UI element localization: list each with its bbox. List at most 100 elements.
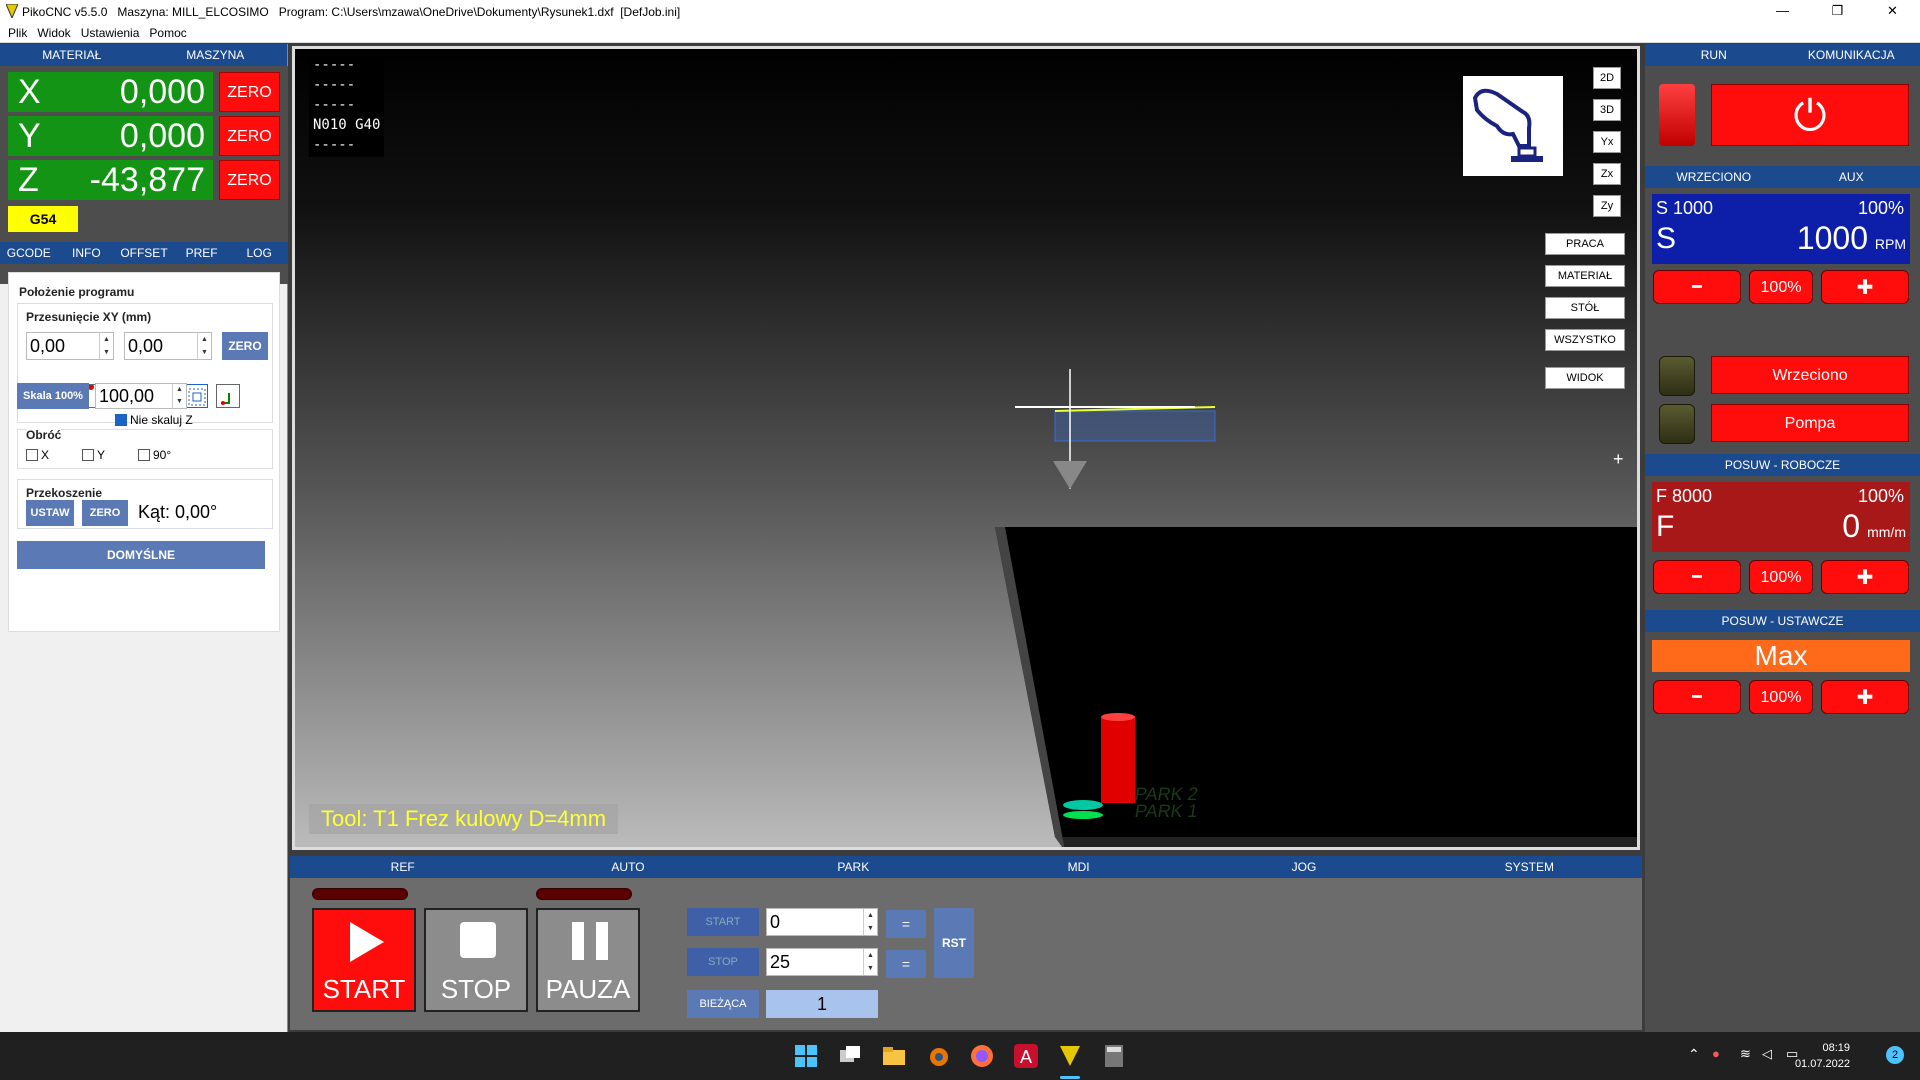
3d-viewport[interactable]: ----- ----- ----- N010 G40 ----- PARK 2 …: [292, 46, 1640, 850]
rapid-minus-button[interactable]: ━: [1653, 680, 1741, 714]
axis-z-label: Z: [18, 161, 39, 199]
tab-run[interactable]: RUN: [1645, 44, 1783, 66]
reset-button[interactable]: RST: [934, 908, 974, 978]
zoom-table-button[interactable]: STÓŁ: [1545, 297, 1625, 319]
offset-zero-button[interactable]: ZERO: [222, 332, 268, 360]
spindle-minus-button[interactable]: ━: [1653, 270, 1741, 304]
spindle-unit: RPM: [1874, 236, 1906, 252]
offset-x-input[interactable]: 0,00 ▲ ▼: [26, 332, 114, 360]
rapid-plus-button[interactable]: ✚: [1821, 680, 1909, 714]
tab-maszyna[interactable]: MASZYNA: [144, 44, 288, 66]
feed-display: F 8000 100% F 0 mm/m: [1652, 482, 1910, 552]
wifi-icon[interactable]: ≋: [1740, 1046, 1751, 1062]
tab-pref[interactable]: PREF: [173, 242, 231, 264]
stop-eq-button[interactable]: =: [886, 950, 926, 978]
pump-toggle-button[interactable]: Pompa: [1711, 404, 1909, 442]
autocad-icon[interactable]: A: [1014, 1044, 1038, 1068]
feed-reset-button[interactable]: 100%: [1749, 560, 1813, 594]
zoom-all-button[interactable]: WSZYSTKO: [1545, 329, 1625, 351]
coord-system-badge[interactable]: G54: [8, 206, 78, 232]
view-menu-button[interactable]: WIDOK: [1545, 367, 1625, 389]
pause-led: [536, 888, 632, 900]
tray-alert-icon[interactable]: ●: [1712, 1046, 1720, 1061]
rotate-y-checkbox[interactable]: Y: [82, 448, 105, 462]
scale-input[interactable]: 100,00 ▲ ▼: [95, 383, 187, 409]
tab-offset[interactable]: OFFSET: [115, 242, 173, 264]
right-panel: RUN KOMUNIKACJA ⏻ WRZECIONO AUX S 1000 1…: [1645, 44, 1920, 1032]
volume-icon[interactable]: ◁: [1762, 1046, 1772, 1062]
default-button[interactable]: DOMYŚLNE: [17, 541, 265, 569]
tab-jog[interactable]: JOG: [1191, 856, 1416, 878]
view-3d-button[interactable]: 3D: [1593, 99, 1621, 121]
ref-custom-icon[interactable]: [216, 384, 240, 408]
power-button[interactable]: ⏻: [1711, 84, 1909, 146]
pause-icon: [572, 922, 608, 960]
menu-plik[interactable]: Plik: [8, 26, 27, 40]
feed-minus-button[interactable]: ━: [1653, 560, 1741, 594]
tab-auto[interactable]: AUTO: [515, 856, 740, 878]
calculator-icon[interactable]: [1102, 1044, 1126, 1068]
view-2d-button[interactable]: 2D: [1593, 67, 1621, 89]
file-explorer-icon[interactable]: [882, 1044, 906, 1068]
feed-plus-button[interactable]: ✚: [1821, 560, 1909, 594]
clock[interactable]: 08:19 01.07.2022: [1795, 1040, 1850, 1072]
pikocnc-taskbar-icon[interactable]: [1058, 1044, 1082, 1068]
zoom-material-button[interactable]: MATERIAŁ: [1545, 265, 1625, 287]
app-logo-icon: [6, 4, 18, 18]
touch-mode-button[interactable]: [1463, 76, 1563, 176]
no-scale-z-checkbox[interactable]: Nie skaluj Z: [115, 413, 193, 427]
start-eq-button[interactable]: =: [886, 910, 926, 938]
zero-y-button[interactable]: ZERO: [219, 116, 280, 156]
rotate-90-checkbox[interactable]: 90°: [138, 448, 171, 462]
tab-ref[interactable]: REF: [290, 856, 515, 878]
tab-info[interactable]: INFO: [58, 242, 116, 264]
view-zx-button[interactable]: Zx: [1593, 163, 1621, 185]
stop-line-input[interactable]: 25 ▲ ▼: [766, 948, 878, 976]
ref-bbox-icon[interactable]: [184, 384, 208, 408]
pause-button[interactable]: PAUZA: [536, 908, 640, 1012]
view-yx-button[interactable]: Yx: [1593, 131, 1621, 153]
start-button[interactable]: START: [312, 908, 416, 1012]
tab-material[interactable]: MATERIAŁ: [0, 44, 144, 66]
spindle-toggle-button[interactable]: Wrzeciono: [1711, 356, 1909, 394]
offset-y-input[interactable]: 0,00 ▲ ▼: [124, 332, 212, 360]
tab-komunikacja[interactable]: KOMUNIKACJA: [1783, 44, 1920, 66]
feed-value: 0: [1842, 508, 1860, 544]
taskbar: A ⌃ ● ≋ ◁ ▭ 08:19 01.07.2022 2: [0, 1032, 1920, 1080]
zero-z-button[interactable]: ZERO: [219, 160, 280, 200]
windows-start-icon[interactable]: [794, 1044, 818, 1068]
tab-system[interactable]: SYSTEM: [1417, 856, 1642, 878]
task-view-icon[interactable]: [838, 1044, 862, 1068]
stop-button[interactable]: STOP: [424, 908, 528, 1012]
blender-icon[interactable]: [926, 1044, 950, 1068]
tray-chevron-icon[interactable]: ⌃: [1688, 1046, 1700, 1063]
menu-widok[interactable]: Widok: [37, 26, 70, 40]
start-line-input[interactable]: 0 ▲ ▼: [766, 908, 878, 936]
menu-pomoc[interactable]: Pomoc: [149, 26, 186, 40]
tab-wrzeciono[interactable]: WRZECIONO: [1645, 166, 1783, 188]
skew-zero-button[interactable]: ZERO: [82, 500, 128, 526]
notification-badge[interactable]: 2: [1886, 1046, 1904, 1064]
scale-100-button[interactable]: Skala 100%: [17, 383, 89, 409]
minimize-button[interactable]: —: [1755, 0, 1810, 23]
view-zy-button[interactable]: Zy: [1593, 195, 1621, 217]
rotate-x-checkbox[interactable]: X: [26, 448, 49, 462]
zero-x-button[interactable]: ZERO: [219, 72, 280, 112]
tab-mdi[interactable]: MDI: [966, 856, 1191, 878]
skew-set-button[interactable]: USTAW: [26, 500, 74, 526]
run-tabs: RUN KOMUNIKACJA: [1645, 44, 1920, 66]
firefox-icon[interactable]: [970, 1044, 994, 1068]
tab-gcode[interactable]: GCODE: [0, 242, 58, 264]
feed-letter: F: [1656, 510, 1675, 543]
menu-ustawienia[interactable]: Ustawienia: [81, 26, 140, 40]
spindle-reset-button[interactable]: 100%: [1749, 270, 1813, 304]
tab-log[interactable]: LOG: [230, 242, 288, 264]
maximize-button[interactable]: ❐: [1810, 0, 1865, 23]
tab-park[interactable]: PARK: [741, 856, 966, 878]
skew-label: Przekoszenie: [26, 486, 103, 500]
rapid-reset-button[interactable]: 100%: [1749, 680, 1813, 714]
spindle-plus-button[interactable]: ✚: [1821, 270, 1909, 304]
zoom-work-button[interactable]: PRACA: [1545, 233, 1625, 255]
close-button[interactable]: ✕: [1865, 0, 1920, 23]
tab-aux[interactable]: AUX: [1783, 166, 1920, 188]
